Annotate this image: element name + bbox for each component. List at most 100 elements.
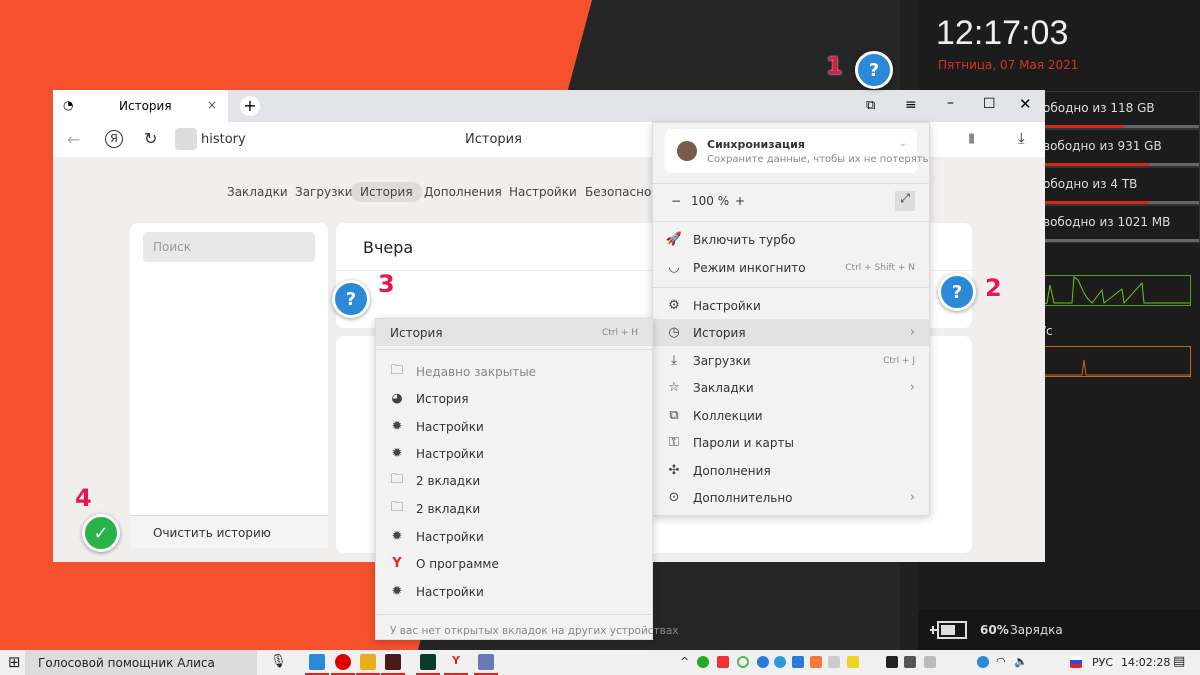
browser-menu: Синхронизация Сохраните данные, чтобы их… bbox=[652, 122, 930, 516]
submenu-item[interactable]: Y О программе bbox=[376, 550, 652, 577]
submenu-item[interactable]: 🗀 Недавно закрытые bbox=[376, 358, 652, 385]
chevron-down-icon: ⌄ bbox=[898, 138, 907, 149]
alice-search-text: Голосовой помощник Алиса bbox=[38, 656, 215, 670]
zoom-out-button[interactable]: − bbox=[671, 194, 681, 208]
menu-item-extensions[interactable]: ✣ Дополнения bbox=[653, 457, 929, 484]
app-icon[interactable] bbox=[335, 654, 351, 670]
menu-item-bookmarks[interactable]: ☆ Закладки › bbox=[653, 374, 929, 401]
back-icon[interactable]: ← bbox=[67, 130, 80, 149]
chevron-right-icon: › bbox=[909, 380, 915, 395]
sync-subtitle: Сохраните данные, чтобы их не потерять bbox=[707, 154, 929, 165]
menu-item-turbo[interactable]: 🚀 Включить турбо bbox=[653, 226, 929, 253]
dropbox-icon[interactable] bbox=[886, 656, 898, 668]
tray-icon[interactable] bbox=[810, 656, 822, 668]
submenu-item[interactable]: 🗀 2 вкладки bbox=[376, 495, 652, 522]
windows-start-icon[interactable]: ⊞ bbox=[8, 653, 21, 671]
audition-icon[interactable] bbox=[420, 654, 436, 670]
menu-item-label: Дополнения bbox=[693, 463, 771, 478]
notifications-icon[interactable]: ▤ bbox=[1173, 654, 1185, 669]
language-indicator[interactable]: РУС bbox=[1092, 656, 1113, 669]
battery-icon bbox=[930, 621, 967, 639]
nav-extensions[interactable]: Дополнения bbox=[415, 182, 511, 202]
tray-icon[interactable] bbox=[792, 656, 804, 668]
fullscreen-icon[interactable]: ⤢ bbox=[895, 191, 915, 211]
app-icon[interactable] bbox=[385, 654, 401, 670]
menu-item-label: Дополнительно bbox=[693, 490, 793, 505]
tab-history[interactable]: ◔ История × bbox=[53, 90, 228, 122]
sync-button[interactable]: Синхронизация Сохраните данные, чтобы их… bbox=[665, 129, 928, 173]
taskbar-clock[interactable]: 14:02:28 bbox=[1121, 656, 1170, 669]
bluetooth-icon[interactable] bbox=[977, 656, 989, 668]
submenu-item-label: 2 вкладки bbox=[416, 501, 481, 516]
gear-icon: ⚙ bbox=[668, 298, 680, 313]
collections-icon[interactable]: ⧉ bbox=[866, 98, 875, 113]
tray-icon[interactable] bbox=[697, 656, 709, 668]
submenu-item-label: Настройки bbox=[416, 446, 484, 461]
folder-icon: 🗀 bbox=[390, 471, 404, 487]
nav-history[interactable]: История bbox=[351, 182, 422, 202]
submenu-footer: У вас нет открытых вкладок на других уст… bbox=[390, 625, 679, 637]
shortcut: Ctrl + J bbox=[883, 355, 915, 366]
gear-icon: ✹ bbox=[391, 419, 403, 434]
zoom-in-button[interactable]: + bbox=[735, 194, 745, 208]
download-icon[interactable]: ⤓ bbox=[1018, 129, 1025, 147]
tray-icon[interactable] bbox=[904, 656, 916, 668]
submenu-item[interactable]: ◕ История bbox=[376, 385, 652, 412]
nav-settings[interactable]: Настройки bbox=[500, 182, 586, 202]
app-icon[interactable] bbox=[478, 654, 494, 670]
close-tab-icon[interactable]: × bbox=[207, 98, 217, 112]
menu-item-incognito[interactable]: ◡ Режим инкогнито Ctrl + Shift + N bbox=[653, 254, 929, 281]
submenu-item[interactable]: ✹ Настройки bbox=[376, 440, 652, 467]
menu-icon[interactable]: ≡ bbox=[905, 97, 917, 113]
menu-item-more[interactable]: ⊙ Дополнительно › bbox=[653, 484, 929, 511]
microphone-icon[interactable]: 🎙 bbox=[270, 654, 287, 669]
telegram-icon[interactable] bbox=[774, 656, 786, 668]
menu-item-downloads[interactable]: ⤓ Загрузки Ctrl + J bbox=[653, 347, 929, 374]
menu-item-label: История bbox=[693, 325, 746, 340]
file-explorer-icon[interactable] bbox=[360, 654, 376, 670]
menu-item-label: Пароли и карты bbox=[693, 435, 794, 450]
reload-icon[interactable]: ↻ bbox=[144, 129, 157, 148]
menu-item-collections[interactable]: ⧉ Коллекции bbox=[653, 402, 929, 429]
wifi-icon[interactable]: ◠ bbox=[996, 655, 1006, 668]
nav-bookmarks[interactable]: Закладки bbox=[218, 182, 297, 202]
close-window-icon[interactable]: ✕ bbox=[1019, 95, 1032, 113]
submenu-item[interactable]: 🗀 2 вкладки bbox=[376, 467, 652, 494]
menu-item-passwords[interactable]: ⚿ Пароли и карты bbox=[653, 429, 929, 456]
collections-icon: ⧉ bbox=[669, 408, 679, 423]
tray-icon[interactable] bbox=[717, 656, 729, 668]
alice-search-box[interactable]: Голосовой помощник Алиса 🎙 bbox=[25, 650, 287, 675]
tray-icon[interactable] bbox=[924, 656, 936, 668]
volume-icon[interactable]: 🔈 bbox=[1014, 655, 1028, 668]
search-input[interactable]: Поиск bbox=[143, 232, 315, 262]
submenu-header[interactable]: История Ctrl + H bbox=[376, 319, 652, 346]
yandex-icon: Y bbox=[392, 556, 402, 571]
clock: 12:17:03 bbox=[936, 14, 1069, 52]
tray-icon[interactable] bbox=[847, 656, 859, 668]
bookmark-icon[interactable]: ▮ bbox=[968, 131, 975, 146]
submenu-item[interactable]: ✹ Настройки bbox=[376, 413, 652, 440]
submenu-item[interactable]: ✹ Настройки bbox=[376, 523, 652, 550]
callout-number-2: 2 bbox=[985, 274, 1002, 302]
vk-icon[interactable] bbox=[757, 656, 769, 668]
menu-item-settings[interactable]: ⚙ Настройки bbox=[653, 292, 929, 319]
minimize-icon[interactable]: – bbox=[947, 95, 954, 111]
tray-icon[interactable] bbox=[828, 656, 840, 668]
disk-label: вободно из 1021 MB bbox=[1043, 215, 1171, 229]
submenu-item[interactable]: ✹ Настройки bbox=[376, 578, 652, 605]
maximize-icon[interactable]: ☐ bbox=[983, 96, 996, 112]
clear-history-button[interactable]: Очистить историю bbox=[130, 515, 328, 548]
page-title: История bbox=[465, 132, 522, 147]
menu-item-history[interactable]: ◷ История › bbox=[653, 319, 929, 346]
url-field[interactable]: history bbox=[201, 132, 246, 147]
yandex-button-icon[interactable]: Я bbox=[105, 130, 123, 148]
zoom-level: 100 % bbox=[691, 194, 730, 208]
app-icon[interactable] bbox=[309, 654, 325, 670]
submenu-item-label: Недавно закрытые bbox=[416, 364, 537, 379]
chevron-right-icon: › bbox=[909, 325, 915, 340]
new-tab-button[interactable]: + bbox=[240, 96, 260, 116]
incognito-mask-icon: ◡ bbox=[668, 260, 680, 275]
yandex-browser-icon[interactable]: Y bbox=[448, 654, 464, 670]
show-hidden-icons[interactable]: ^ bbox=[680, 655, 689, 668]
tray-icon[interactable] bbox=[737, 656, 749, 668]
